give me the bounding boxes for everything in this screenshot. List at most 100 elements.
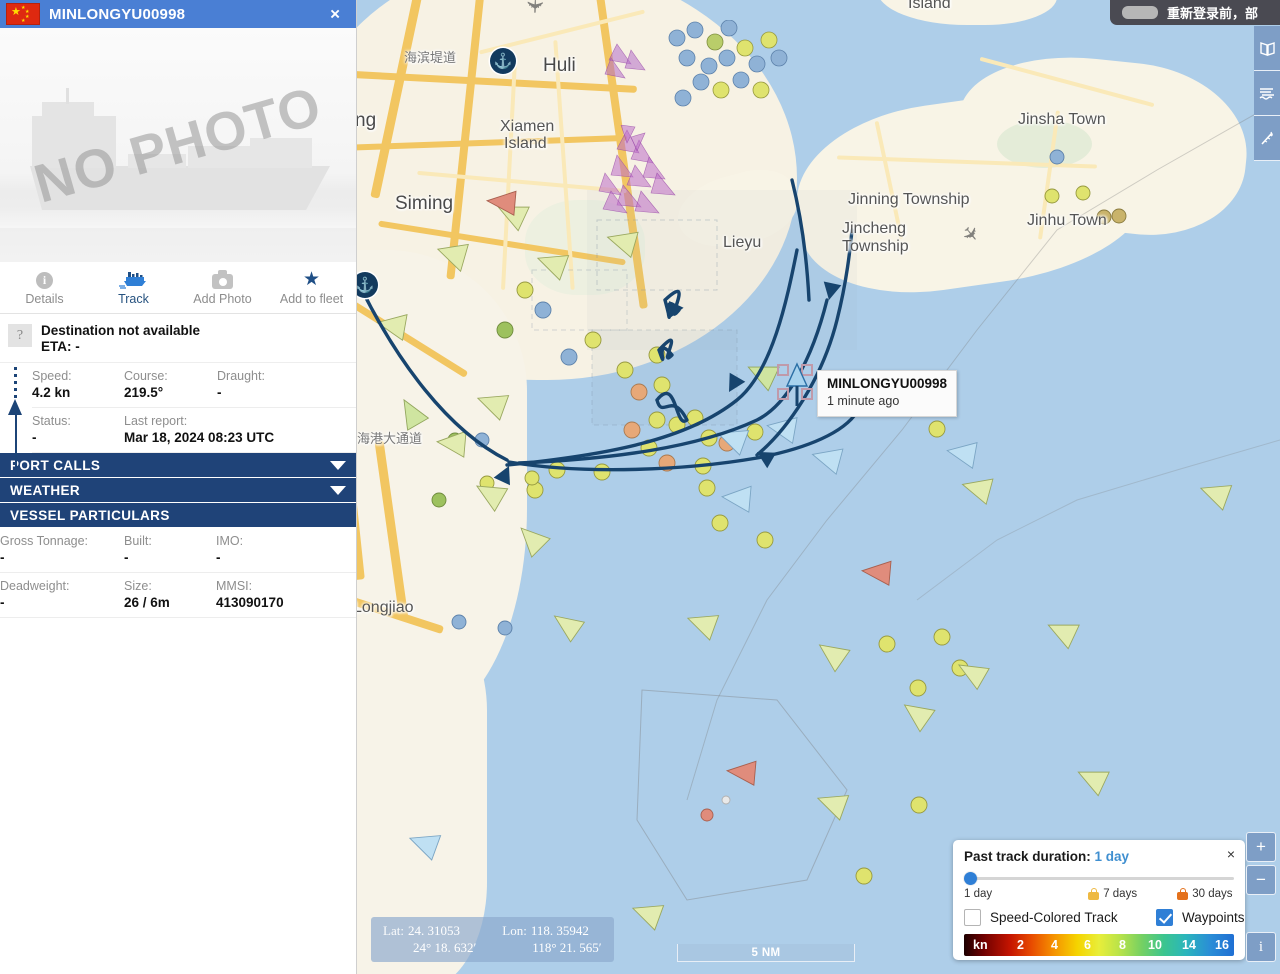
measure-tool-icon[interactable]: [1254, 116, 1280, 161]
tab-add-to-fleet-label: Add to fleet: [279, 292, 344, 306]
vessel-info-panel: ★ ★ ★ ★ ★ MINLONGYU00998 × NO PHOTO i De…: [0, 0, 357, 974]
particulars-row-1: Gross Tonnage: - Built: - IMO: -: [0, 528, 356, 573]
size-value: 26 / 6m: [124, 595, 170, 610]
tab-add-to-fleet[interactable]: ★ Add to fleet: [267, 262, 356, 313]
built-label: Built:: [124, 534, 152, 548]
gross-tonnage-field: Gross Tonnage: -: [0, 534, 124, 565]
map-info-button[interactable]: i: [1246, 932, 1276, 962]
lat-dms: 24° 18. 632′: [413, 940, 477, 956]
map-layers-icon[interactable]: [1254, 26, 1280, 71]
lon-decimal: 118. 35942: [530, 922, 589, 938]
weather-layers-icon[interactable]: [1254, 71, 1280, 116]
imo-value: -: [216, 550, 221, 565]
speed-color-legend: kn 2 4 6 8 10 14 16: [964, 934, 1234, 956]
voyage-row-1: Speed: 4.2 kn Course: 219.5° Draught: -: [32, 363, 356, 408]
tick-1-day[interactable]: 1 day: [964, 888, 1088, 900]
camera-icon: [212, 269, 233, 289]
track-options: Speed-Colored Track Waypoints: [964, 909, 1245, 926]
gross-tonnage-label: Gross Tonnage:: [0, 534, 89, 548]
tab-add-photo[interactable]: Add Photo: [178, 262, 267, 313]
last-report-value: Mar 18, 2024 08:23 UTC: [124, 430, 275, 445]
legend-tick-8: 8: [1119, 938, 1126, 952]
mmsi-label: MMSI:: [216, 579, 253, 593]
legend-tick-6: 6: [1084, 938, 1091, 952]
star-icon: ★: [302, 269, 321, 290]
no-photo-watermark: NO PHOTO: [27, 75, 329, 215]
track-panel-close-icon[interactable]: ×: [1227, 847, 1235, 861]
built-value: -: [124, 550, 129, 565]
chevron-down-icon: [330, 485, 346, 495]
vessel-particulars-block: Gross Tonnage: - Built: - IMO: - Deadwei…: [0, 528, 356, 618]
tick-7-days-label: 7 days: [1103, 888, 1138, 900]
deadweight-value: -: [0, 595, 5, 610]
zoom-in-button[interactable]: +: [1246, 832, 1276, 862]
map-scale-bar: 5 NM: [677, 944, 855, 962]
map-zoom-controls: + −: [1246, 832, 1276, 898]
legend-tick-14: 14: [1182, 938, 1196, 952]
notification-banner[interactable]: 重新登录前，部: [1110, 0, 1280, 25]
speed-field: Speed: 4.2 kn: [32, 369, 124, 400]
page-title: MINLONGYU00998: [49, 5, 186, 23]
speed-colored-track-checkbox[interactable]: [964, 909, 981, 926]
status-value: -: [32, 430, 37, 445]
vessel-tooltip[interactable]: MINLONGYU00998 1 minute ago: [817, 370, 958, 417]
status-field: Status: -: [32, 414, 124, 445]
legend-unit: kn: [973, 938, 988, 952]
tab-add-photo-label: Add Photo: [193, 292, 252, 306]
deadweight-field: Deadweight: -: [0, 579, 124, 610]
tab-details[interactable]: i Details: [0, 262, 89, 313]
tick-1-day-label: 1 day: [964, 888, 993, 900]
speed-label: Speed:: [32, 369, 72, 383]
tick-30-days[interactable]: 30 days: [1177, 888, 1233, 900]
vessel-tooltip-name: MINLONGYU00998: [827, 376, 948, 391]
close-icon[interactable]: ×: [330, 6, 340, 23]
section-weather-label: WEATHER: [10, 482, 81, 498]
vessel-photo-placeholder: NO PHOTO: [0, 28, 356, 262]
gross-tonnage-value: -: [0, 550, 5, 565]
legend-tick-10: 10: [1148, 938, 1162, 952]
tab-track[interactable]: Track: [89, 262, 178, 313]
deadweight-label: Deadweight:: [0, 579, 70, 593]
anchor-icon[interactable]: ⚓: [490, 48, 516, 74]
flag-china-icon: ★ ★ ★ ★ ★: [6, 3, 40, 25]
legend-tick-4: 4: [1051, 938, 1058, 952]
draught-field: Draught: -: [217, 369, 356, 400]
waypoints-label: Waypoints: [1182, 910, 1245, 925]
track-duration-slider[interactable]: [964, 872, 1234, 886]
selected-vessel-icon[interactable]: [782, 362, 816, 408]
tick-7-days[interactable]: 7 days: [1088, 888, 1177, 900]
waypoints-option[interactable]: Waypoints: [1156, 909, 1245, 926]
section-vessel-particulars[interactable]: VESSEL PARTICULARS: [0, 503, 356, 528]
mmsi-value: 413090170: [216, 595, 284, 610]
legend-tick-16: 16: [1215, 938, 1229, 952]
vessel-tooltip-time: 1 minute ago: [827, 393, 900, 408]
panel-header: ★ ★ ★ ★ ★ MINLONGYU00998 ×: [0, 0, 356, 28]
voyage-row-2: Status: - Last report: Mar 18, 2024 08:2…: [32, 408, 356, 453]
notification-button[interactable]: [1122, 6, 1158, 19]
particulars-row-2: Deadweight: - Size: 26 / 6m MMSI: 413090…: [0, 573, 356, 618]
draught-value: -: [217, 385, 222, 400]
speed-colored-track-option[interactable]: Speed-Colored Track: [964, 909, 1156, 926]
speed-value: 4.2 kn: [32, 385, 71, 400]
track-duration-title-prefix: Past track duration:: [964, 849, 1091, 864]
tick-30-days-label: 30 days: [1192, 888, 1233, 900]
lat-decimal: 24. 31053: [407, 922, 460, 938]
map-canvas[interactable]: Huli Xiamen Island Siming ng Lieyu Jinning Tow…: [357, 0, 1280, 974]
slider-rail[interactable]: [966, 877, 1234, 880]
size-field: Size: 26 / 6m: [124, 579, 216, 610]
vessel-markers: [376, 149, 1233, 931]
section-weather[interactable]: WEATHER: [0, 478, 356, 503]
slider-knob[interactable]: [964, 872, 977, 885]
section-port-calls[interactable]: PORT CALLS: [0, 453, 356, 478]
tab-details-label: Details: [25, 292, 64, 306]
legend-tick-2: 2: [1017, 938, 1024, 952]
waypoints-checkbox[interactable]: [1156, 909, 1173, 926]
speed-colored-track-label: Speed-Colored Track: [990, 910, 1118, 925]
map-tool-bar: [1254, 26, 1280, 161]
course-value: 219.5°: [124, 385, 164, 400]
status-label: Status:: [32, 414, 71, 428]
zoom-out-button[interactable]: −: [1246, 865, 1276, 895]
route-direction-arrow-icon: [0, 363, 32, 471]
coordinate-readout: Lat: 24. 31053 24° 18. 632′ Lon: 118. 35…: [371, 916, 614, 962]
course-label: Course:: [124, 369, 168, 383]
